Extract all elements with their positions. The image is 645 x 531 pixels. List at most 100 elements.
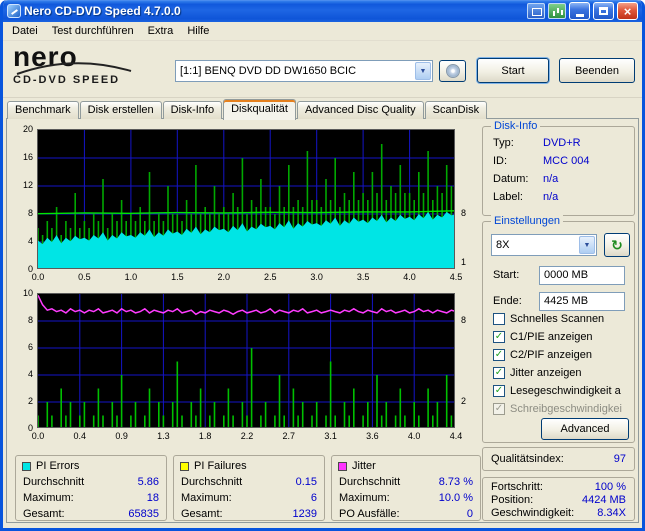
pif-chart-plot [37,293,455,428]
drive-control-button[interactable] [439,60,466,82]
speed-value: 8.34X [597,507,626,519]
advanced-button[interactable]: Advanced [541,418,629,440]
stat-value: 10.0 % [438,492,473,504]
speed-select[interactable]: 8X ▼ [491,234,597,256]
tab-disk-erstellen[interactable]: Disk erstellen [79,101,162,119]
quit-button[interactable]: Beenden [559,58,635,83]
disc-icon [445,64,460,78]
disk-info-value: MCC 004 [543,155,590,167]
disk-info-value: n/a [543,191,559,203]
settings-title: Einstellungen [491,215,564,227]
tab-benchmark[interactable]: Benchmark [7,101,79,119]
position-row: Position: 4424 MB [491,494,626,508]
stat-label: PO Ausfälle: [339,508,400,520]
pif-legend-swatch [180,461,189,471]
quality-index-label: Qualitätsindex: [491,453,564,465]
tab-diskqualitaet[interactable]: Diskqualität [223,99,296,120]
menu-item-test-durchfuehren[interactable]: Test durchführen [45,23,141,39]
stat-row: Durchschnitt 5.86 [16,474,166,490]
pif-chart-y-axis: 0 2 4 6 8 10 [22,288,33,433]
pif-jitter-chart: 0 2 4 6 8 10 82 0.0 0.4 0.9 1.3 1.8 2.2 2.7 3.1 3.6 4.… [13,288,477,445]
titlebar[interactable]: Nero CD-DVD Speed 4.7.0.0 × [3,0,642,22]
stat-value: 6 [310,492,317,504]
disk-info-row-label: Label: n/a [493,191,626,205]
pi-errors-stats: PI Errors Durchschnitt 5.86 Maximum: 18 Ge… [15,455,167,521]
disk-info-row-datum: Datum: n/a [493,173,626,187]
minimize-icon [575,13,584,17]
checkbox-label: C2/PIF anzeigen [510,349,592,361]
disk-info-panel: Disk-Info Typ: DVD+R ID: MCC 004 Datum: … [482,120,635,216]
start-mb-field[interactable]: 0000 MB [539,266,625,285]
checkbox-jitter-anzeigen[interactable]: ✓ Jitter anzeigen [493,366,630,380]
drive-selector[interactable]: [1:1] BENQ DVD DD DW1650 BCIC ▼ [175,60,433,82]
stat-value: 8.73 % [438,476,473,488]
tab-disk-info[interactable]: Disk-Info [162,101,223,119]
stat-row: Durchschnitt 0.15 [174,474,324,490]
start-button[interactable]: Start [477,58,549,83]
checkbox-icon: ✓ [493,331,505,343]
refresh-button[interactable]: ↻ [604,233,630,257]
minimize-button[interactable] [569,2,590,20]
stat-value: 1239 [292,508,317,520]
titlebar-blue-icon[interactable] [527,3,545,19]
refresh-icon: ↻ [611,236,623,253]
pif-chart-right-axis: 82 [461,315,467,406]
dropdown-arrow-icon[interactable]: ▼ [579,236,595,254]
position-value: 4424 MB [581,494,626,506]
checkbox-c1-pie-anzeigen[interactable]: ✓ C1/PIE anzeigen [493,330,630,344]
pif-chart-x-axis: 0.0 0.4 0.9 1.3 1.8 2.2 2.7 3.1 3.6 4.0 4.4 [31,431,463,441]
progress-label: Fortschritt: [491,481,543,493]
jitter-title: Jitter [352,460,376,472]
checkbox-icon [493,313,505,325]
disk-info-label: Typ: [493,137,514,149]
tab-advanced-disc-quality[interactable]: Advanced Disc Quality [296,101,424,119]
progress-panel: Fortschritt: 100 % Position: 4424 MB Ges… [482,477,635,521]
jitter-header: Jitter [332,456,480,474]
progress-value: 100 % [594,481,626,493]
pi-errors-title: PI Errors [36,460,80,472]
stat-row: PO Ausfälle: 0 [332,506,480,522]
stat-row: Maximum: 10.0 % [332,490,480,506]
stat-value: 5.86 [137,476,159,488]
checkbox-c2-pif-anzeigen[interactable]: ✓ C2/PIF anzeigen [493,348,630,362]
checkbox-label: Schreibgeschwindigkei [510,403,622,415]
end-mb-field[interactable]: 4425 MB [539,292,625,311]
quality-index-panel: Qualitätsindex: 97 [482,447,635,471]
close-button[interactable]: × [617,2,638,20]
tab-scandisk[interactable]: ScanDisk [424,101,488,119]
checkbox-schreibgeschwindigkeit[interactable]: ✓ Schreibgeschwindigkei [493,402,630,416]
checkbox-schnelles-scannen[interactable]: Schnelles Scannen [493,312,630,326]
checkbox-lesegeschwindigkeit[interactable]: ✓ Lesegeschwindigkeit a [493,384,630,398]
speed-select-value: 8X [496,239,510,251]
checkbox-label: Lesegeschwindigkeit a [510,385,621,397]
header-toolbar: nero CD-DVD SPEED [1:1] BENQ DVD DD DW16… [3,41,642,98]
pi-errors-header: PI Errors [16,456,166,474]
dropdown-arrow-icon[interactable]: ▼ [415,62,431,80]
checkbox-label: C1/PIE anzeigen [510,331,593,343]
menu-item-hilfe[interactable]: Hilfe [180,23,216,39]
maximize-button[interactable] [593,2,614,20]
disk-info-row-typ: Typ: DVD+R [493,137,626,151]
disk-info-label: Datum: [493,173,529,185]
stat-value: 65835 [128,508,159,520]
progress-row: Fortschritt: 100 % [491,481,626,495]
menu-item-extra[interactable]: Extra [141,23,181,39]
pie-chart-y-axis: 0 4 8 12 16 20 [22,124,33,274]
disk-info-value: DVD+R [543,137,581,149]
menu-item-datei[interactable]: Datei [5,23,45,39]
stat-label: Maximum: [23,492,74,504]
checkbox-label: Jitter anzeigen [510,367,582,379]
close-icon: × [623,3,632,19]
stat-row: Gesamt: 65835 [16,506,166,522]
jitter-legend-swatch [338,461,347,471]
quality-index-value: 97 [613,453,626,465]
stat-label: Durchschnitt [339,476,401,488]
titlebar-green-icon[interactable] [548,3,566,19]
stat-value: 18 [146,492,159,504]
checkbox-icon: ✓ [493,385,505,397]
pi-failures-stats: PI Failures Durchschnitt 0.15 Maximum: 6 G… [173,455,325,521]
position-label: Position: [491,494,534,506]
drive-selector-value: [1:1] BENQ DVD DD DW1650 BCIC [180,65,357,77]
stat-label: Durchschnitt [23,476,85,488]
stat-row: Maximum: 18 [16,490,166,506]
